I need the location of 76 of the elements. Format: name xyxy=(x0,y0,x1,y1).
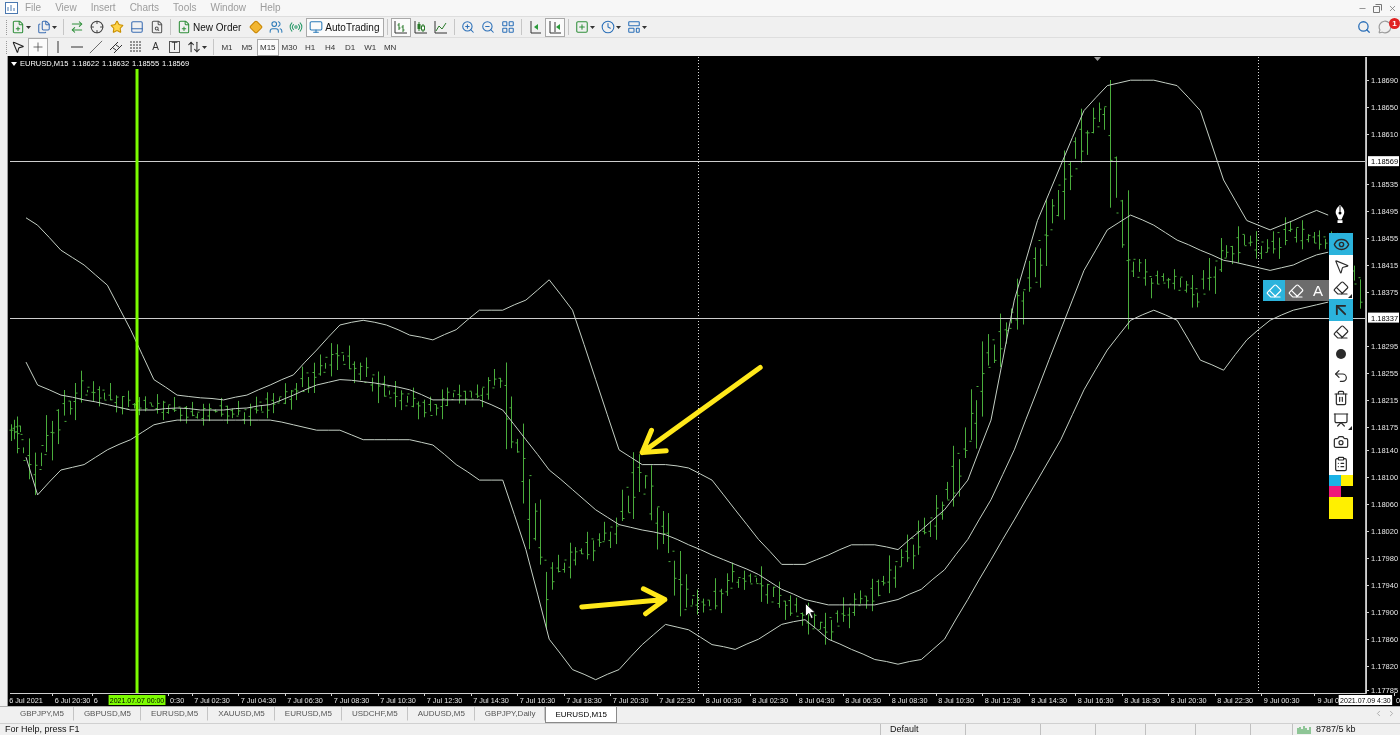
chart-tab[interactable]: EURUSD,M15 xyxy=(545,707,617,723)
caret-icon xyxy=(642,25,648,29)
channel-icon xyxy=(109,40,123,54)
file-plus-icon xyxy=(11,20,25,34)
chart-tab[interactable]: GBPJPY,M5 xyxy=(10,707,74,721)
connection-bars-icon xyxy=(1297,725,1311,734)
timeframe-button[interactable]: M15 xyxy=(257,38,279,56)
zoom-out-icon xyxy=(481,20,496,34)
status-help-text: For Help, press F1 xyxy=(4,724,81,735)
autotrading-button[interactable]: AutoTrading xyxy=(306,17,385,37)
restore-icon xyxy=(1373,3,1382,13)
star-icon xyxy=(110,20,124,34)
restore-button[interactable] xyxy=(1373,3,1382,13)
caret-icon xyxy=(26,25,31,29)
close-icon xyxy=(1388,3,1397,13)
caret-icon xyxy=(616,25,622,29)
text-label-tool[interactable]: T xyxy=(165,37,184,57)
chart-tab[interactable]: GBPUSD,M5 xyxy=(73,707,141,721)
timeframe-button[interactable]: MN xyxy=(380,38,401,56)
monitor-icon xyxy=(309,20,324,34)
chart-shift-button[interactable] xyxy=(545,17,566,37)
text-tool[interactable]: A xyxy=(146,37,165,57)
close-button[interactable] xyxy=(1388,3,1397,13)
timeframe-button[interactable]: M30 xyxy=(278,38,301,56)
status-profile: Default xyxy=(889,724,920,735)
candlestick-icon xyxy=(414,20,429,34)
arrows-icon xyxy=(70,20,84,34)
axis-triangle-icon xyxy=(528,20,543,34)
axis-shift-icon xyxy=(548,20,563,34)
caret-icon xyxy=(590,25,596,29)
plus-icon xyxy=(575,20,590,34)
chart-tab[interactable]: EURUSD,M5 xyxy=(274,707,342,721)
timeframe-button[interactable]: M1 xyxy=(217,38,237,56)
search-icon xyxy=(1357,20,1371,34)
chart-tab[interactable]: AUDUSD,M5 xyxy=(407,707,475,721)
bar-chart-button[interactable] xyxy=(391,17,412,37)
grip-icon[interactable] xyxy=(5,19,8,35)
timeframe-button[interactable]: W1 xyxy=(360,38,381,56)
panel-icon xyxy=(130,20,144,34)
caret-icon xyxy=(202,45,207,49)
diagonal-line-icon xyxy=(89,40,103,54)
dot-grid-icon xyxy=(129,40,143,54)
clock-icon xyxy=(601,20,616,34)
chart-tab[interactable]: USDCHF,M5 xyxy=(341,707,408,721)
timeframe-button[interactable]: H1 xyxy=(300,38,321,56)
status-traffic: 8787/5 kb xyxy=(1315,724,1357,735)
timeframe-button[interactable]: M5 xyxy=(237,38,257,56)
horizontal-line-icon xyxy=(70,46,83,48)
chat-bubble-icon xyxy=(1378,20,1392,34)
file-search-icon xyxy=(150,20,164,34)
crosshair-tool[interactable] xyxy=(28,37,48,57)
crosshair-icon xyxy=(31,40,45,54)
files-icon xyxy=(37,20,51,34)
broadcast-icon xyxy=(289,20,304,34)
grip-icon[interactable] xyxy=(5,40,8,54)
chart-tab[interactable]: EURUSD,M5 xyxy=(141,707,209,721)
timeframe-button[interactable]: H4 xyxy=(320,38,341,56)
caret-icon xyxy=(52,25,57,29)
bar-chart-icon xyxy=(394,20,409,34)
file-plus-icon xyxy=(177,20,191,34)
pointer-icon xyxy=(11,40,25,54)
people-icon xyxy=(269,20,284,34)
zoom-in-icon xyxy=(461,20,476,34)
new-order-button[interactable]: New Order xyxy=(174,17,247,37)
diamond-icon xyxy=(249,20,264,34)
arrows-icon xyxy=(187,40,201,54)
notifications-button[interactable]: 1 xyxy=(1378,18,1400,36)
template-icon xyxy=(627,20,642,34)
timeframe-button[interactable]: D1 xyxy=(340,38,361,56)
grid-icon xyxy=(501,20,516,34)
chart-tab[interactable]: XAUUSD,M5 xyxy=(208,707,275,721)
vertical-line-icon xyxy=(56,41,59,53)
app-icon[interactable] xyxy=(5,2,18,14)
line-chart-icon xyxy=(434,20,449,34)
notification-count-badge: 1 xyxy=(1389,18,1400,29)
crosshair-icon xyxy=(90,20,104,34)
